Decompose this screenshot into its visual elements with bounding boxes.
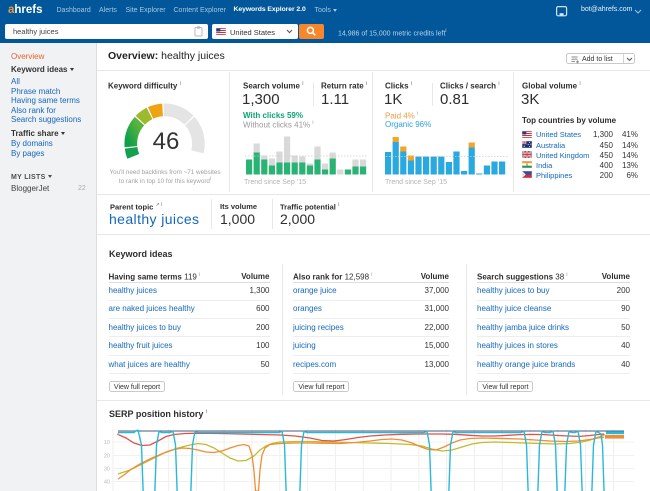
- svg-text:20: 20: [104, 454, 110, 460]
- svg-text:30: 30: [104, 467, 110, 473]
- svg-text:40: 40: [104, 480, 110, 486]
- svg-text:10: 10: [104, 440, 110, 446]
